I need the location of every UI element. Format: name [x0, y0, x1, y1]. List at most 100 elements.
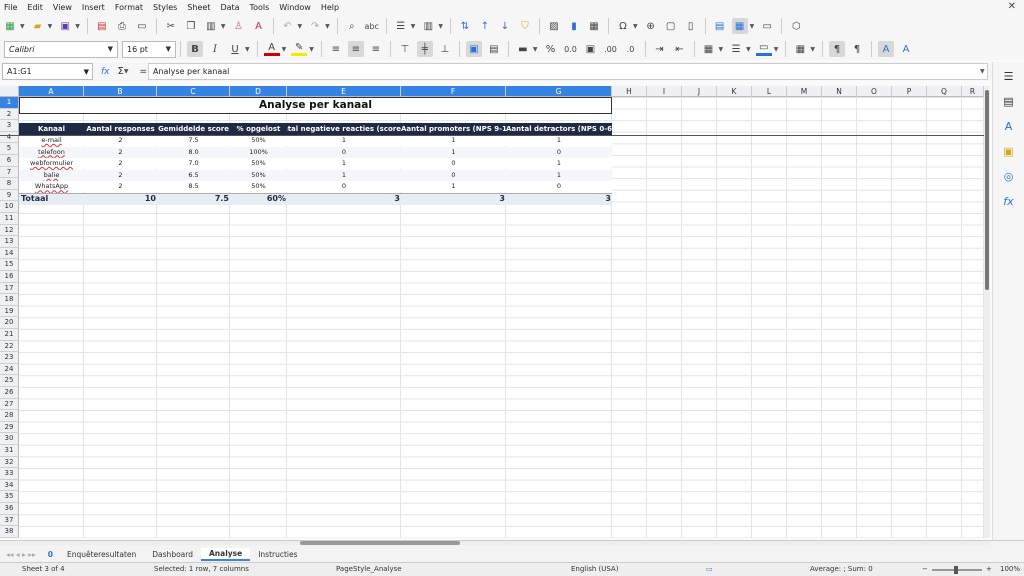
table-cell[interactable]: 1 — [401, 181, 506, 192]
row-header[interactable]: 15 — [0, 259, 19, 271]
row-header[interactable]: 17 — [0, 282, 19, 295]
chevron-down-icon[interactable]: ▼ — [438, 23, 443, 30]
row-header[interactable]: 36 — [0, 503, 19, 515]
sort-icon[interactable]: ⇅ — [457, 18, 473, 34]
spelling-icon[interactable]: abc — [364, 18, 380, 34]
status-language[interactable]: English (USA) — [571, 565, 618, 573]
left-to-right-icon[interactable]: ¶ — [829, 41, 845, 57]
scroll-thumb[interactable] — [985, 90, 989, 290]
chevron-down-icon[interactable]: ▼ — [411, 23, 416, 30]
row-header[interactable]: 16 — [0, 271, 19, 283]
chevron-down-icon[interactable]: ▼ — [774, 46, 779, 53]
table-cell[interactable]: 0 — [287, 181, 401, 192]
column-header[interactable]: O — [857, 86, 892, 97]
formula-input[interactable]: Analyse per kanaal — [148, 63, 988, 80]
row-header[interactable]: 20 — [0, 317, 19, 329]
currency-format-icon[interactable]: ▬ — [515, 41, 531, 57]
status-page-style[interactable]: PageStyle_Analyse — [336, 565, 402, 573]
row-header[interactable]: 35 — [0, 491, 19, 503]
table-cell[interactable]: 0 — [401, 170, 506, 181]
redo-icon[interactable]: ↷ — [307, 18, 323, 34]
row-header[interactable]: 8 — [0, 178, 19, 190]
split-window-icon[interactable]: ▭ — [759, 18, 775, 34]
row-header[interactable]: 24 — [0, 363, 19, 376]
header-footer-icon[interactable]: ▯ — [683, 18, 699, 34]
row-header[interactable]: 21 — [0, 329, 19, 341]
column-header[interactable]: J — [682, 86, 717, 97]
print-preview-icon[interactable]: ▭ — [134, 18, 150, 34]
column-header[interactable]: I — [647, 86, 682, 97]
menu-insert[interactable]: Insert — [77, 3, 110, 12]
row-header[interactable]: 14 — [0, 247, 19, 260]
font-color-icon[interactable]: A — [263, 42, 280, 56]
spreadsheet-grid[interactable]: ABCDEFGHIJKLMNOPQR 1 2 3 4 5 6 7 8 9 10 11 12 13 14 15… — [0, 86, 984, 538]
row-header[interactable]: 6 — [0, 155, 19, 167]
table-cell[interactable]: 1 — [287, 170, 401, 181]
align-bottom-icon[interactable]: ⊥ — [437, 41, 453, 57]
row-header[interactable]: 2 — [0, 108, 19, 121]
font-size-box[interactable]: 16 pt ▼ — [122, 40, 176, 58]
menu-data[interactable]: Data — [215, 3, 244, 12]
increase-indent-icon[interactable]: ⇥ — [652, 41, 668, 57]
column-header[interactable]: K — [717, 86, 752, 97]
sort-descending-icon[interactable]: ↓ — [497, 18, 513, 34]
table-header-cell[interactable]: Gemiddelde score — [157, 123, 230, 135]
zoom-out-icon[interactable]: − — [922, 565, 928, 573]
row-header[interactable]: 37 — [0, 514, 19, 527]
column-header[interactable]: Q — [927, 86, 962, 97]
column-icon[interactable]: ▥ — [420, 18, 436, 34]
row-header[interactable]: 11 — [0, 213, 19, 225]
row-header[interactable]: 12 — [0, 224, 19, 237]
chevron-down-icon[interactable]: ▼ — [750, 23, 755, 30]
row-header[interactable]: 26 — [0, 387, 19, 399]
tab-navigation-icon[interactable]: ◂◂ ◂ ▸ ▸▸ — [6, 550, 36, 559]
clear-formatting-icon[interactable]: A — [251, 18, 267, 34]
row-header[interactable]: 18 — [0, 294, 19, 306]
column-header[interactable]: C — [157, 86, 230, 97]
menu-format[interactable]: Format — [110, 3, 148, 12]
tab-instructies[interactable]: Instructies — [250, 549, 305, 560]
zoom-in-icon[interactable]: + — [986, 565, 992, 573]
column-header[interactable]: R — [962, 86, 984, 97]
table-cell[interactable]: 1 — [401, 147, 506, 158]
vertical-text-icon[interactable]: A — [898, 41, 914, 57]
total-cell[interactable]: 10 — [86, 193, 156, 205]
decrease-indent-icon[interactable]: ⇤ — [672, 41, 688, 57]
select-all-corner[interactable] — [0, 86, 19, 97]
table-cell[interactable]: 7.5 — [157, 135, 230, 146]
chevron-down-icon[interactable]: ▼ — [20, 23, 25, 30]
table-cell[interactable]: e-mail — [19, 135, 84, 146]
total-cell[interactable]: 7.5 — [159, 193, 229, 205]
table-cell[interactable]: 7.0 — [157, 158, 230, 169]
chevron-down-icon[interactable]: ▼ — [746, 46, 751, 53]
shapes-icon[interactable]: ⬡ — [788, 18, 804, 34]
delete-decimal-icon[interactable]: .0 — [623, 41, 639, 57]
underline-icon[interactable]: U — [227, 41, 243, 57]
total-cell[interactable]: 3 — [289, 193, 400, 205]
table-header-cell[interactable]: % opgelost — [230, 123, 287, 135]
chevron-down-icon[interactable]: ▼ — [325, 23, 330, 30]
row-header[interactable]: 19 — [0, 305, 19, 318]
title-cell[interactable]: Analyse per kanaal — [19, 97, 612, 114]
table-cell[interactable]: 50% — [230, 135, 287, 146]
sort-ascending-icon[interactable]: ↑ — [477, 18, 493, 34]
chevron-down-icon[interactable]: ▼ — [75, 23, 80, 30]
row-header[interactable]: 23 — [0, 352, 19, 364]
row-header[interactable]: 28 — [0, 410, 19, 422]
vertical-scrollbar[interactable] — [984, 86, 990, 538]
chart-icon[interactable]: ▮ — [566, 18, 582, 34]
total-cell[interactable]: 3 — [508, 193, 611, 205]
row-header[interactable]: 10 — [0, 201, 19, 213]
column-header[interactable]: M — [787, 86, 822, 97]
right-to-left-icon[interactable]: ¶ — [849, 41, 865, 57]
zoom-slider-thumb[interactable] — [954, 566, 958, 574]
table-cell[interactable]: 1 — [506, 135, 612, 146]
table-cell[interactable]: 1 — [506, 170, 612, 181]
menu-file[interactable]: File — [0, 3, 22, 12]
chevron-down-icon[interactable]: ▼ — [245, 46, 250, 53]
conditional-format-icon[interactable]: ▦ — [792, 41, 808, 57]
undo-icon[interactable]: ↶ — [280, 18, 296, 34]
border-color-icon[interactable]: ▭ — [755, 42, 772, 56]
table-cell[interactable]: 8.5 — [157, 181, 230, 192]
chevron-down-icon[interactable]: ▼ — [533, 46, 538, 53]
